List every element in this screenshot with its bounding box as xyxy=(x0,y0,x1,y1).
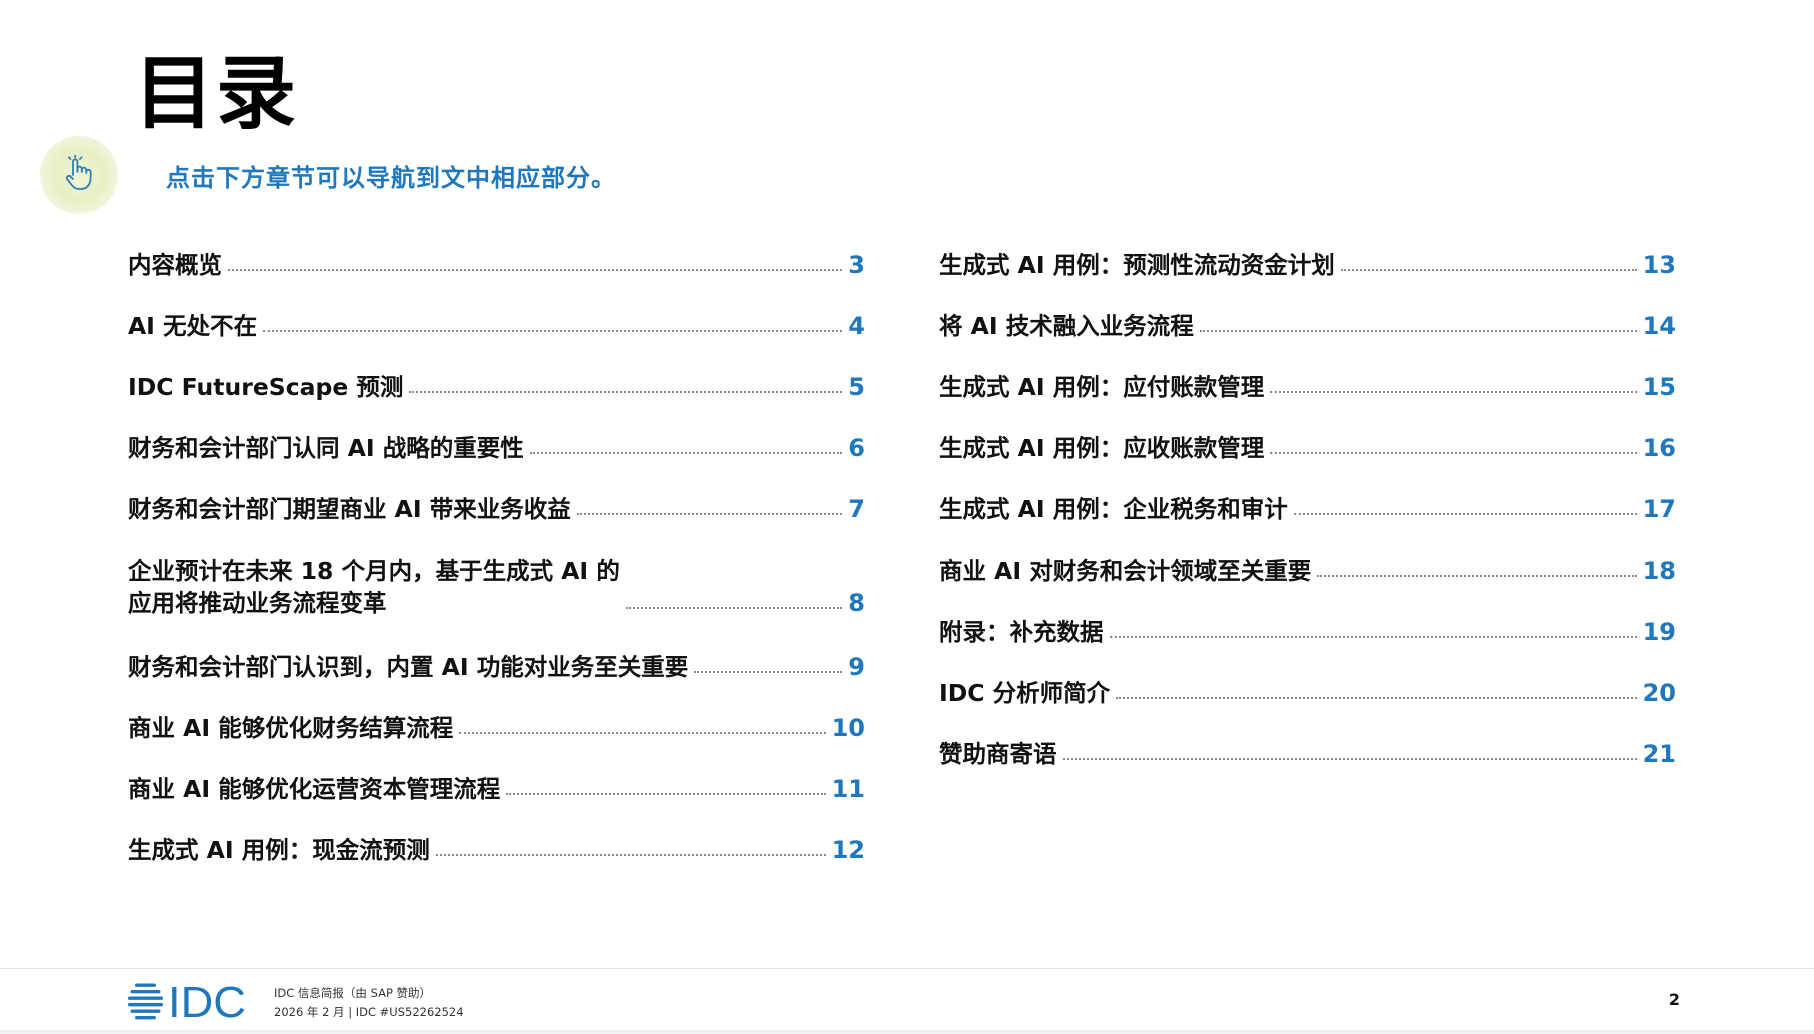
toc-item-page: 19 xyxy=(1642,618,1676,646)
toc-item-label: IDC 分析师简介 xyxy=(939,679,1111,707)
footer-divider xyxy=(0,968,1814,969)
toc-item[interactable]: 生成式 AI 用例：应收账款管理 16 xyxy=(939,432,1676,464)
toc-dot-leader xyxy=(1270,391,1637,393)
toc-item[interactable]: 生成式 AI 用例：现金流预测 12 xyxy=(128,834,865,866)
toc-item-label: 附录：补充数据 xyxy=(939,618,1104,646)
toc-item-label: 商业 AI 能够优化运营资本管理流程 xyxy=(128,775,501,803)
toc-dot-leader xyxy=(435,854,826,856)
toc-item-page: 21 xyxy=(1642,740,1676,768)
toc-item-page: 6 xyxy=(848,434,865,462)
toc-item-page: 11 xyxy=(831,775,865,803)
toc-item[interactable]: 将 AI 技术融入业务流程 14 xyxy=(939,310,1676,342)
toc-dot-leader xyxy=(263,330,843,332)
toc-dot-leader xyxy=(1270,452,1637,454)
toc-dot-leader xyxy=(1340,269,1637,271)
toc-dot-leader xyxy=(625,607,843,609)
footer-report-date-id: 2026 年 2 月 | IDC #US52262524 xyxy=(274,1005,464,1019)
toc-dot-leader xyxy=(1317,575,1637,577)
toc-dot-leader xyxy=(409,391,843,393)
toc-item[interactable]: 商业 AI 能够优化运营资本管理流程 11 xyxy=(128,773,865,805)
navigation-hint-text: 点击下方章节可以导航到文中相应部分。 xyxy=(166,163,616,192)
toc-item-label: 商业 AI 对财务和会计领域至关重要 xyxy=(939,557,1312,585)
toc-item-label: 财务和会计部门期望商业 AI 带来业务收益 xyxy=(128,495,571,523)
toc-item[interactable]: 生成式 AI 用例：应付账款管理 15 xyxy=(939,371,1676,403)
idc-globe-icon xyxy=(128,983,163,1020)
toc-column-right: 生成式 AI 用例：预测性流动资金计划 13 将 AI 技术融入业务流程 14 … xyxy=(939,249,1676,770)
toc-column-left: 内容概览 3 AI 无处不在 4 IDC FutureScape 预测 5 财务… xyxy=(128,249,865,866)
toc-dot-leader xyxy=(1199,330,1637,332)
toc-dot-leader xyxy=(1062,758,1637,760)
toc-item[interactable]: 财务和会计部门期望商业 AI 带来业务收益 7 xyxy=(128,493,865,525)
toc-item-label: 财务和会计部门认识到，内置 AI 功能对业务至关重要 xyxy=(128,653,689,681)
idc-logo: IDC xyxy=(128,980,246,1020)
toc-item[interactable]: 赞助商寄语 21 xyxy=(939,738,1676,770)
toc-item[interactable]: 企业预计在未来 18 个月内，基于生成式 AI 的 应用将推动业务流程变革 8 xyxy=(128,555,865,619)
toc-item-page: 17 xyxy=(1642,495,1676,523)
toc-item-page: 16 xyxy=(1642,434,1676,462)
bottom-edge xyxy=(0,1030,1814,1034)
toc-dot-leader xyxy=(576,513,843,515)
toc-item[interactable]: 财务和会计部门认识到，内置 AI 功能对业务至关重要 9 xyxy=(128,651,865,683)
toc-item-page: 4 xyxy=(848,312,865,340)
toc-item-label: 将 AI 技术融入业务流程 xyxy=(939,312,1194,340)
toc-item-page: 14 xyxy=(1642,312,1676,340)
toc-item[interactable]: 附录：补充数据 19 xyxy=(939,616,1676,648)
toc-item-label: 生成式 AI 用例：预测性流动资金计划 xyxy=(939,251,1335,279)
toc-dot-leader xyxy=(506,793,826,795)
footer-report-title: IDC 信息简报（由 SAP 赞助） xyxy=(274,986,432,1000)
toc-item-page: 9 xyxy=(848,653,865,681)
toc-item[interactable]: 内容概览 3 xyxy=(128,249,865,281)
toc-item-page: 3 xyxy=(848,251,865,279)
toc-item[interactable]: 生成式 AI 用例：企业税务和审计 17 xyxy=(939,493,1676,525)
toc-item-page: 15 xyxy=(1642,373,1676,401)
toc-item-page: 13 xyxy=(1642,251,1676,279)
toc-item-label: 内容概览 xyxy=(128,251,222,279)
logo-wordmark: IDC xyxy=(168,980,246,1020)
toc-item[interactable]: AI 无处不在 4 xyxy=(128,310,865,342)
navigation-hint: 点击下方章节可以导航到文中相应部分。 xyxy=(40,136,616,214)
toc-item[interactable]: IDC 分析师简介 20 xyxy=(939,677,1676,709)
pointing-hand-icon xyxy=(40,136,118,214)
toc-item-page: 20 xyxy=(1642,679,1676,707)
toc-item[interactable]: 财务和会计部门认同 AI 战略的重要性 6 xyxy=(128,432,865,464)
footer-report-info: IDC 信息简报（由 SAP 赞助） 2026 年 2 月 | IDC #US5… xyxy=(274,984,464,1022)
toc-item[interactable]: 生成式 AI 用例：预测性流动资金计划 13 xyxy=(939,249,1676,281)
toc-item-label: 财务和会计部门认同 AI 战略的重要性 xyxy=(128,434,524,462)
toc-dot-leader xyxy=(1293,513,1637,515)
toc-item-page: 8 xyxy=(848,589,865,617)
toc-item[interactable]: 商业 AI 对财务和会计领域至关重要 18 xyxy=(939,555,1676,587)
toc-item-label: 商业 AI 能够优化财务结算流程 xyxy=(128,714,454,742)
toc-item-page: 12 xyxy=(831,836,865,864)
toc-item-page: 7 xyxy=(848,495,865,523)
toc-item-label: 生成式 AI 用例：应付账款管理 xyxy=(939,373,1265,401)
toc-dot-leader xyxy=(694,671,843,673)
toc-dot-leader xyxy=(1109,636,1637,638)
toc-dot-leader xyxy=(529,452,843,454)
page-title: 目录 xyxy=(134,47,298,140)
toc-dot-leader xyxy=(459,732,826,734)
toc-item-page: 10 xyxy=(831,714,865,742)
toc-item-page: 5 xyxy=(848,373,865,401)
toc-item-label: AI 无处不在 xyxy=(128,312,258,340)
toc-item-label: 生成式 AI 用例：应收账款管理 xyxy=(939,434,1265,462)
toc-dot-leader xyxy=(1116,697,1637,699)
toc-item-page: 18 xyxy=(1642,557,1676,585)
toc-item-label: 生成式 AI 用例：企业税务和审计 xyxy=(939,495,1288,523)
toc-item-label: 生成式 AI 用例：现金流预测 xyxy=(128,836,430,864)
toc-item-label: 企业预计在未来 18 个月内，基于生成式 AI 的 应用将推动业务流程变革 xyxy=(128,557,620,617)
page-number: 2 xyxy=(1668,990,1680,1009)
toc-dot-leader xyxy=(228,269,843,271)
toc-item-label: IDC FutureScape 预测 xyxy=(128,373,404,401)
toc-item[interactable]: IDC FutureScape 预测 5 xyxy=(128,371,865,403)
toc-item-label: 赞助商寄语 xyxy=(939,740,1057,768)
toc-item[interactable]: 商业 AI 能够优化财务结算流程 10 xyxy=(128,712,865,744)
